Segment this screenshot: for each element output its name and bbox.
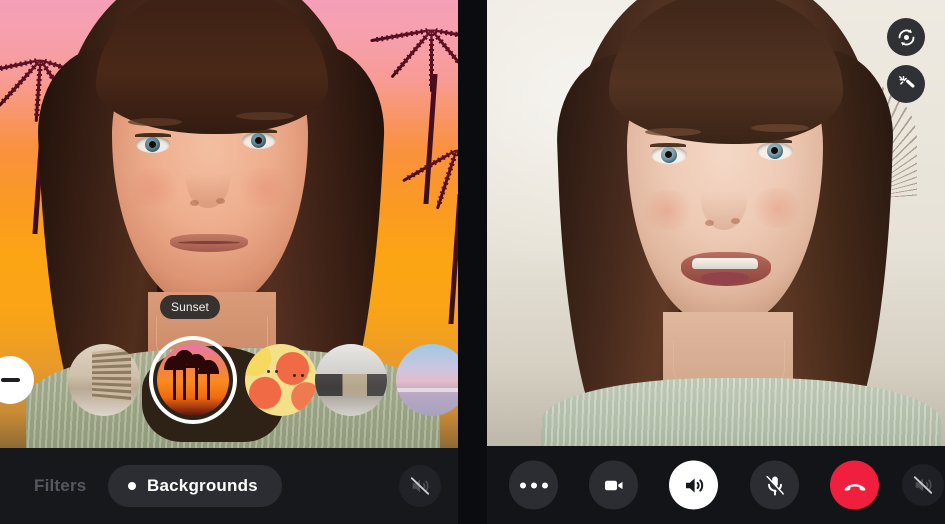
eye-right xyxy=(757,142,793,160)
video-camera-icon xyxy=(604,480,622,490)
active-tab-dot-icon xyxy=(128,482,136,490)
background-thumb-abstract[interactable] xyxy=(245,344,317,416)
background-thumb-beach[interactable] xyxy=(396,344,458,416)
tab-filters[interactable]: Filters xyxy=(34,476,86,496)
microphone-toggle-button[interactable] xyxy=(750,460,799,510)
cheek-left xyxy=(126,168,182,208)
microphone-muted-icon xyxy=(764,475,784,496)
more-horizontal-icon xyxy=(519,482,548,488)
speaker-muted-icon xyxy=(913,476,933,494)
right-video-feed[interactable] xyxy=(487,0,945,446)
right-bottom-bar xyxy=(487,446,945,524)
background-thumb-sunset[interactable] xyxy=(149,336,237,424)
speaker-muted-icon xyxy=(410,477,430,495)
eyebrow-left xyxy=(128,118,182,126)
camera-flip-icon xyxy=(898,28,914,46)
phone-hangup-icon xyxy=(844,483,865,491)
left-mute-button[interactable] xyxy=(399,465,441,507)
eyebrow-right xyxy=(751,124,809,132)
cheek-right xyxy=(749,188,805,228)
video-call-comparison-screenshot: Sunset Filters Backgrounds xyxy=(0,0,945,524)
eye-right xyxy=(242,132,276,149)
magic-wand-icon xyxy=(898,75,914,88)
teeth xyxy=(692,258,758,269)
cheek-right xyxy=(236,168,292,208)
background-carousel[interactable] xyxy=(0,336,458,432)
eyelash-left xyxy=(135,133,171,137)
eye-left xyxy=(136,136,170,153)
eyelash-left xyxy=(650,143,686,147)
speaker-toggle-button[interactable] xyxy=(669,460,718,510)
tongue xyxy=(701,272,749,283)
background-name-tooltip: Sunset xyxy=(160,295,220,319)
background-thumb-hotel[interactable] xyxy=(68,344,140,416)
eyelash-right xyxy=(756,139,792,143)
right-mute-button[interactable] xyxy=(902,464,944,506)
effects-button[interactable] xyxy=(887,65,925,103)
minus-icon xyxy=(0,378,20,382)
flip-camera-button[interactable] xyxy=(887,18,925,56)
left-video-feed[interactable]: Sunset xyxy=(0,0,458,448)
nostril-left xyxy=(705,220,714,226)
camera-toggle-button[interactable] xyxy=(589,460,638,510)
speaker-on-icon xyxy=(685,478,703,492)
eye-left xyxy=(651,146,687,164)
cheek-left xyxy=(639,190,695,230)
bangs xyxy=(609,0,843,144)
mouth-open-talking xyxy=(681,252,771,286)
more-options-button[interactable] xyxy=(509,460,558,510)
tab-backgrounds-label: Backgrounds xyxy=(147,476,258,495)
nostril-right xyxy=(216,198,225,204)
left-panel-self-view: Sunset Filters Backgrounds xyxy=(0,0,458,524)
mouth xyxy=(170,234,248,252)
nostril-left xyxy=(190,200,199,206)
bangs xyxy=(96,0,328,134)
panel-divider xyxy=(458,0,487,524)
eyebrow-left xyxy=(645,128,701,136)
sweater xyxy=(541,378,941,446)
left-bottom-bar: Filters Backgrounds xyxy=(0,448,458,524)
end-call-button[interactable] xyxy=(830,460,879,510)
eyelash-right xyxy=(241,129,277,133)
eyebrow-right xyxy=(236,112,294,120)
tab-backgrounds[interactable]: Backgrounds xyxy=(108,465,282,507)
background-thumb-cafe[interactable] xyxy=(315,344,387,416)
nostril-right xyxy=(731,218,740,224)
no-background-button[interactable] xyxy=(0,356,34,404)
right-panel-call-view xyxy=(487,0,945,524)
